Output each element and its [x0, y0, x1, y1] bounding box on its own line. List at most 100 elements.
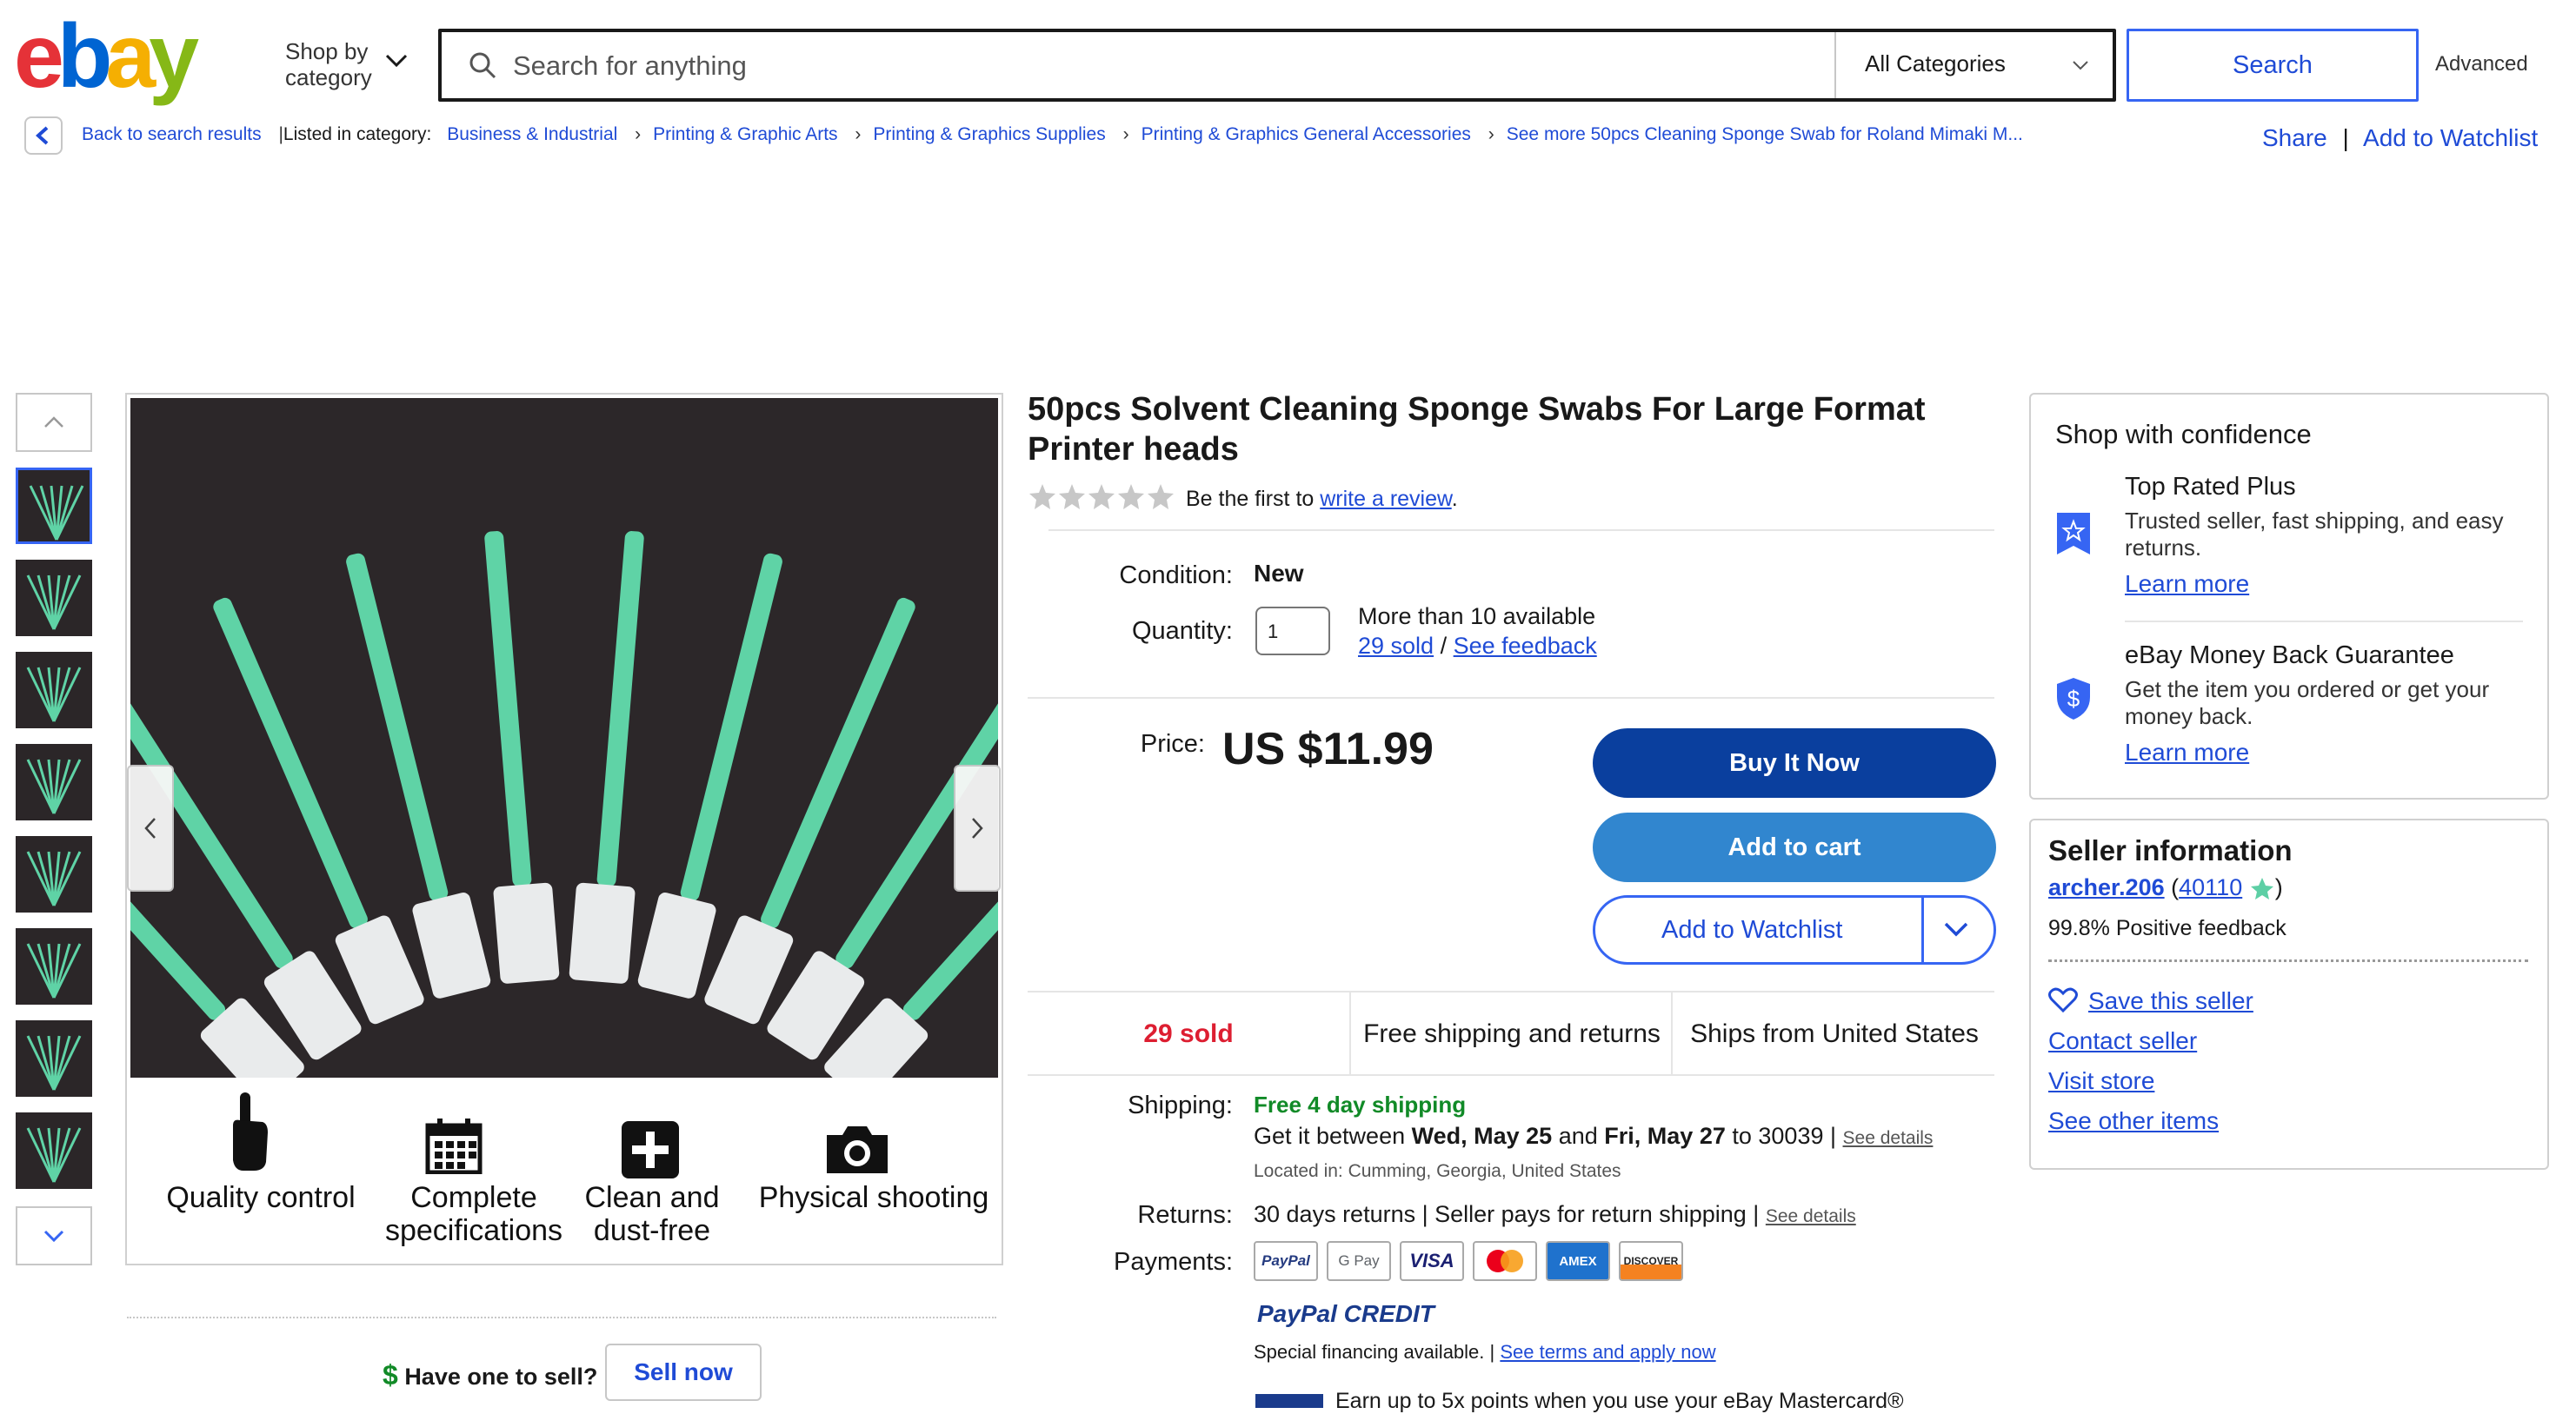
chevron-left-icon [36, 126, 49, 145]
seller-name-row: archer.206 (40110 ) [2048, 874, 2283, 902]
see-feedback-link[interactable]: See feedback [1454, 633, 1597, 659]
top-rated-heading: Top Rated Plus [2125, 473, 2296, 501]
terms-apply-link[interactable]: See terms and apply now [1500, 1341, 1715, 1363]
price-label: Price: [1140, 730, 1205, 758]
paren-close: ) [2274, 874, 2283, 900]
swab-shape [484, 531, 560, 984]
search-input[interactable] [513, 45, 1817, 87]
add-to-cart-button[interactable]: Add to cart [1593, 813, 1996, 882]
returns-policy: 30 days returns | Seller pays for return… [1254, 1201, 1856, 1228]
svg-text:$: $ [2067, 686, 2080, 712]
top-rated-text: Trusted seller, fast shipping, and easy … [2125, 508, 2504, 561]
search-divider [1834, 32, 1836, 98]
visit-store-link[interactable]: Visit store [2048, 1067, 2154, 1095]
thumbnails-down-button[interactable] [16, 1206, 92, 1265]
payments-label: Payments: [1114, 1248, 1233, 1276]
free-shipping-text: Free 4 day shipping [1254, 1092, 1467, 1118]
advanced-search-link[interactable]: Advanced [2435, 52, 2528, 76]
shipping-see-details-link[interactable]: See details [1843, 1128, 1934, 1148]
back-button[interactable] [24, 116, 63, 155]
thumbnails-up-button[interactable] [16, 393, 92, 452]
delivery-and: and [1558, 1123, 1598, 1149]
thumbnail[interactable] [16, 652, 92, 728]
chevron-right-icon: › [635, 124, 642, 144]
review-prompt: Be the first to write a review. [1186, 487, 1458, 512]
feature-label: Complete specifications [384, 1181, 563, 1247]
delivery-zip: to 30039 | [1732, 1123, 1836, 1149]
highlight-ships-from: Ships from United States [1671, 992, 1996, 1076]
add-to-watchlist-button[interactable]: Add to Watchlist [1593, 895, 1996, 965]
thumbnail[interactable] [16, 1020, 92, 1097]
category-select[interactable]: All Categories [1865, 50, 2006, 77]
write-review-link[interactable]: write a review [1320, 487, 1451, 511]
heart-icon[interactable] [2048, 987, 2078, 1013]
chevron-down-icon [43, 1230, 64, 1243]
chevron-down-icon[interactable] [1940, 917, 1972, 943]
thumbnail[interactable] [16, 468, 92, 544]
learn-more-link[interactable]: Learn more [2125, 739, 2249, 767]
condition-label: Condition: [1119, 561, 1233, 589]
calendar-icon [425, 1119, 483, 1174]
positive-feedback: 99.8% Positive feedback [2048, 916, 2286, 940]
returns-value: 30 days returns | Seller pays for return… [1254, 1201, 1760, 1227]
mastercard-promo: Earn up to 5x points when you use your e… [1335, 1389, 1904, 1413]
next-image-button[interactable] [954, 765, 1001, 892]
financing-text: Special financing available. | [1254, 1341, 1495, 1363]
feature-label: Quality control [166, 1181, 356, 1214]
buy-it-now-button[interactable]: Buy It Now [1593, 728, 1996, 798]
breadcrumb-item[interactable]: Printing & Graphic Arts [653, 124, 837, 144]
quantity-input[interactable]: 1 [1255, 607, 1330, 655]
product-photo[interactable] [130, 398, 998, 1078]
sold-feedback: 29 sold / See feedback [1358, 633, 1597, 660]
seller-info-title: Seller information [2048, 834, 2293, 866]
sold-link[interactable]: 29 sold [1358, 633, 1434, 659]
breadcrumb-item[interactable]: Printing & Graphics Supplies [873, 124, 1105, 144]
delivery-end: Fri, May 27 [1604, 1123, 1726, 1149]
search-button[interactable]: Search [2127, 29, 2419, 102]
breadcrumb-see-more[interactable]: See more 50pcs Cleaning Sponge Swab for … [1507, 124, 2023, 144]
star-rating-icon [1029, 484, 1174, 509]
chevron-down-icon[interactable] [2071, 59, 2090, 71]
seller-name-link[interactable]: archer.206 [2048, 874, 2165, 900]
thumbnail[interactable] [16, 1112, 92, 1189]
availability-text: More than 10 available [1358, 603, 1596, 629]
breadcrumb: Back to search results |Listed in catego… [82, 124, 2023, 145]
chevron-up-icon [44, 416, 63, 428]
visa-icon: VISA [1400, 1241, 1464, 1281]
share-link[interactable]: Share [2262, 124, 2327, 151]
panel-title: Shop with confidence [2055, 419, 2312, 449]
separator: | [2342, 124, 2349, 151]
sell-now-button[interactable]: Sell now [605, 1344, 762, 1401]
breadcrumb-item[interactable]: Business & Industrial [447, 124, 617, 144]
slash: / [1440, 633, 1448, 659]
contact-seller-link[interactable]: Contact seller [2048, 1027, 2197, 1055]
chevron-right-icon: › [1488, 124, 1494, 144]
returns-see-details-link[interactable]: See details [1766, 1206, 1856, 1226]
thumbnail[interactable] [16, 928, 92, 1005]
learn-more-link[interactable]: Learn more [2125, 570, 2249, 598]
chevron-down-icon[interactable] [384, 52, 409, 70]
add-to-watchlist-link[interactable]: Add to Watchlist [2363, 124, 2538, 151]
save-this-seller-link[interactable]: Save this seller [2088, 987, 2253, 1015]
financing-info: Special financing available. | See terms… [1254, 1341, 1716, 1364]
chevron-left-icon [144, 818, 156, 839]
ebay-logo[interactable]: ebay [14, 6, 223, 113]
thumbnail[interactable] [16, 744, 92, 820]
camera-icon [827, 1126, 888, 1173]
condition-value: New [1254, 560, 1304, 587]
feedback-score-link[interactable]: 40110 [2179, 874, 2242, 900]
divider [127, 1317, 996, 1318]
paypal-credit-logo: PayPal CREDIT [1257, 1300, 1434, 1327]
breadcrumb-item[interactable]: Printing & Graphics General Accessories [1142, 124, 1471, 144]
thumbnail[interactable] [16, 560, 92, 636]
see-other-items-link[interactable]: See other items [2048, 1107, 2219, 1135]
top-rated-badge-icon [2057, 513, 2090, 554]
thumbnail[interactable] [16, 836, 92, 913]
shipping-label: Shipping: [1128, 1092, 1233, 1119]
back-to-results-link[interactable]: Back to search results [82, 124, 262, 144]
discover-icon: DISCOVER [1619, 1241, 1683, 1281]
previous-image-button[interactable] [127, 765, 174, 892]
payment-methods: PayPal G Pay VISA AMEX DISCOVER [1254, 1241, 1683, 1281]
chevron-right-icon: › [1122, 124, 1129, 144]
review-prompt-text: Be the first to [1186, 487, 1315, 511]
